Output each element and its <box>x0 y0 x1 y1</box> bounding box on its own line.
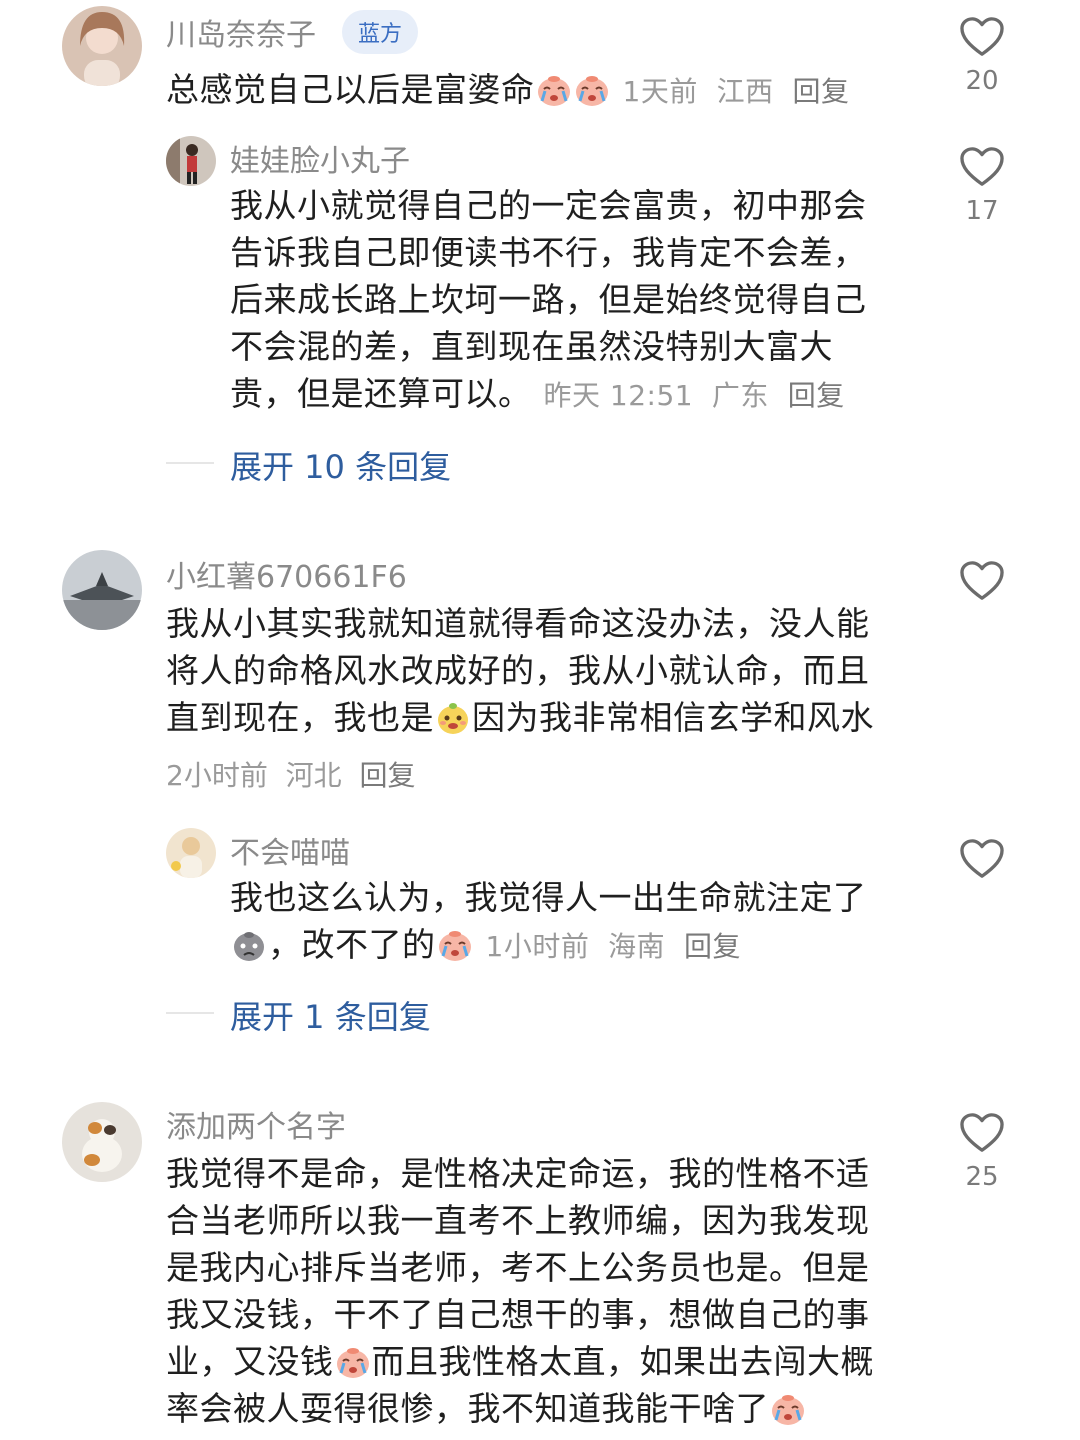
reply-button[interactable]: 回复 <box>788 379 845 412</box>
reply-region: 海南 <box>608 930 666 963</box>
comment-text-line: 因为我非常相信玄学和风水 <box>472 698 874 737</box>
avatar[interactable] <box>166 136 216 186</box>
like-button[interactable] <box>952 560 1012 606</box>
heart-outline-icon <box>959 838 1005 880</box>
reply-text-line: 告诉我自己即便读书不行，我肯定不会差， <box>230 233 867 272</box>
reply-text: 我从小就觉得自己的一定会富贵，初中那会 告诉我自己即便读书不行，我肯定不会差， … <box>230 182 930 419</box>
comment-text-line: 业，又没钱 <box>166 1342 334 1381</box>
crying-face-emoji <box>437 928 473 962</box>
heart-outline-icon <box>959 16 1005 58</box>
comment-username[interactable]: 添加两个名字 <box>166 1102 346 1146</box>
comment-text-line: 我从小其实我就知道就得看命这没办法，没人能 <box>166 604 870 643</box>
avatar[interactable] <box>166 828 216 878</box>
comment-item: 小红薯670661F6 我从小其实我就知道就得看命这没办法，没人能 将人的命格风… <box>0 540 1080 1060</box>
reply-username[interactable]: 娃娃脸小丸子 <box>230 136 410 180</box>
expand-replies-button[interactable]: 展开 10 条回复 <box>230 442 451 488</box>
crying-face-emoji <box>335 1345 371 1379</box>
comment-text: 我觉得不是命，是性格决定命运，我的性格不适 合当老师所以我一直考不上教师编，因为… <box>166 1150 946 1432</box>
reply-button[interactable]: 回复 <box>684 930 741 963</box>
comment-text-line: 我觉得不是命，是性格决定命运，我的性格不适 <box>166 1154 870 1193</box>
comment-item: 川岛奈奈子 蓝方 总感觉自己以后是富婆命 1天前 江西 回复 20 娃娃脸小丸子 … <box>0 0 1080 520</box>
like-count: 25 <box>965 1162 999 1192</box>
like-count: 20 <box>965 66 999 96</box>
reply-text-line: 贵，但是还算可以。 <box>230 374 532 413</box>
comment-text: 我从小其实我就知道就得看命这没办法，没人能 将人的命格风水改成好的，我从小就认命… <box>166 600 926 741</box>
reply-button[interactable]: 回复 <box>792 75 849 108</box>
comment-region: 江西 <box>716 75 774 108</box>
divider <box>166 1012 214 1014</box>
crying-face-emoji <box>574 73 610 107</box>
reply-text-line: 我从小就觉得自己的一定会富贵，初中那会 <box>230 186 867 225</box>
yellow-face-emoji <box>435 701 471 735</box>
like-button[interactable]: 25 <box>952 1112 1012 1192</box>
reply-time: 昨天 12:51 <box>543 379 694 412</box>
like-button[interactable]: 20 <box>952 16 1012 96</box>
comment-region: 河北 <box>285 759 342 792</box>
comment-text-line: 将人的命格风水改成好的，我从小就认命，而且 <box>166 651 870 690</box>
status-badge: 蓝方 <box>342 10 419 54</box>
comment-text: 总感觉自己以后是富婆命 1天前 江西 回复 <box>166 66 849 115</box>
reply-username[interactable]: 不会喵喵 <box>230 828 350 872</box>
like-count: 17 <box>965 196 999 226</box>
comment-time: 1天前 <box>622 75 698 108</box>
reply-meta: 昨天 12:51 广东 回复 <box>544 379 845 412</box>
reply-text-line: 后来成长路上坎坷一路，但是始终觉得自己 <box>230 280 867 319</box>
reply-button[interactable]: 回复 <box>359 759 415 792</box>
avatar[interactable] <box>62 1102 142 1182</box>
reply-text: 我也这么认为，我觉得人一出生命就注定了 ，改不了的 1小时前 海南 回复 <box>230 874 930 970</box>
comment-text-line: 合当老师所以我一直考不上教师编，因为我发现 <box>166 1201 870 1240</box>
comment-text-line: 我又没钱，干不了自己想干的事，想做自己的事 <box>166 1295 870 1334</box>
comment-text-line: 而且我性格太直，如果出去闯大概 <box>371 1342 874 1381</box>
comment-text-line: 率会被人耍得很惨，我不知道我能干啥了 <box>166 1389 769 1428</box>
heart-outline-icon <box>959 146 1005 188</box>
gray-sad-face-emoji <box>231 928 267 962</box>
avatar[interactable] <box>62 6 142 86</box>
comment-meta: 2小时前 河北 回复 <box>166 754 415 794</box>
comment-text-line: 是我内心排斥当老师，考不上公务员也是。但是 <box>166 1248 870 1287</box>
comment-text-line: 直到现在，我也是 <box>166 698 434 737</box>
reply-region: 广东 <box>711 379 769 412</box>
reply-text-line: 不会混的差，直到现在虽然没特别大富大 <box>230 327 833 366</box>
heart-outline-icon <box>959 560 1005 602</box>
comment-text-line: 总感觉自己以后是富婆命 <box>166 70 535 109</box>
crying-face-emoji <box>770 1392 806 1426</box>
avatar[interactable] <box>62 550 142 630</box>
comment-meta: 1天前 江西 回复 <box>623 75 850 108</box>
divider <box>166 462 214 464</box>
expand-replies-button[interactable]: 展开 1 条回复 <box>230 992 431 1038</box>
reply-text-line: 我也这么认为，我觉得人一出生命就注定了 <box>230 878 867 917</box>
like-button[interactable] <box>952 838 1012 884</box>
comment-username[interactable]: 川岛奈奈子 <box>166 10 316 54</box>
comment-username[interactable]: 小红薯670661F6 <box>166 552 407 596</box>
comment-time: 2小时前 <box>166 759 268 792</box>
comment-item: 添加两个名字 我觉得不是命，是性格决定命运，我的性格不适 合当老师所以我一直考不… <box>0 1090 1080 1440</box>
like-button[interactable]: 17 <box>952 146 1012 226</box>
crying-face-emoji <box>536 73 572 107</box>
heart-outline-icon <box>959 1112 1005 1154</box>
reply-meta: 1小时前 海南 回复 <box>486 930 741 963</box>
reply-text-line: ，改不了的 <box>268 925 436 964</box>
reply-time: 1小时前 <box>485 930 590 963</box>
